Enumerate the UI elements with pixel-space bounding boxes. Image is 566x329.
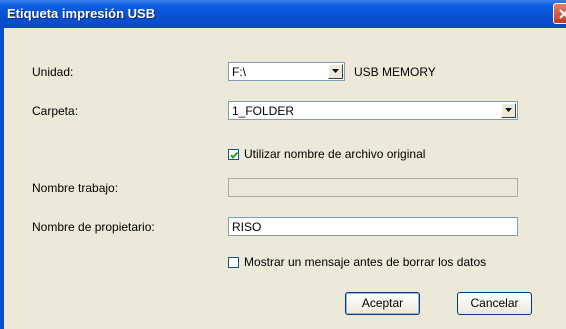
close-button[interactable]	[553, 3, 566, 24]
window-title: Etiqueta impresión USB	[7, 6, 156, 21]
unit-select[interactable]: F:\	[228, 62, 345, 81]
close-icon	[559, 9, 566, 19]
chevron-down-icon	[332, 69, 339, 73]
folder-label: Carpeta:	[32, 104, 79, 118]
usb-print-label-dialog: Etiqueta impresión USB Unidad: F:\ USB M…	[0, 0, 566, 329]
unit-dropdown-button[interactable]	[328, 64, 343, 79]
job-name-label: Nombre trabajo:	[32, 181, 119, 195]
unit-description: USB MEMORY	[354, 65, 436, 79]
folder-value: 1_FOLDER	[232, 104, 295, 118]
ok-button[interactable]: Aceptar	[345, 292, 420, 315]
checkmark-icon	[230, 151, 239, 160]
use-original-name-label[interactable]: Utilizar nombre de archivo original	[244, 147, 425, 161]
owner-name-input[interactable]	[229, 218, 517, 235]
unit-label: Unidad:	[32, 65, 74, 79]
use-original-name-checkbox[interactable]	[228, 149, 239, 160]
dialog-body: Unidad: F:\ USB MEMORY Carpeta: 1_FOLDER…	[4, 28, 566, 329]
title-bar[interactable]: Etiqueta impresión USB	[0, 0, 566, 28]
chevron-down-icon	[505, 108, 512, 112]
folder-select[interactable]: 1_FOLDER	[228, 101, 518, 120]
unit-value: F:\	[232, 65, 246, 79]
confirm-delete-label[interactable]: Mostrar un mensaje antes de borrar los d…	[244, 255, 486, 269]
job-name-input	[229, 179, 517, 196]
owner-name-field[interactable]	[228, 217, 518, 236]
cancel-button[interactable]: Cancelar	[457, 292, 532, 315]
owner-name-label: Nombre de propietario:	[32, 220, 155, 234]
folder-dropdown-button[interactable]	[501, 103, 516, 118]
confirm-delete-checkbox[interactable]	[228, 257, 239, 268]
job-name-field	[228, 178, 518, 197]
